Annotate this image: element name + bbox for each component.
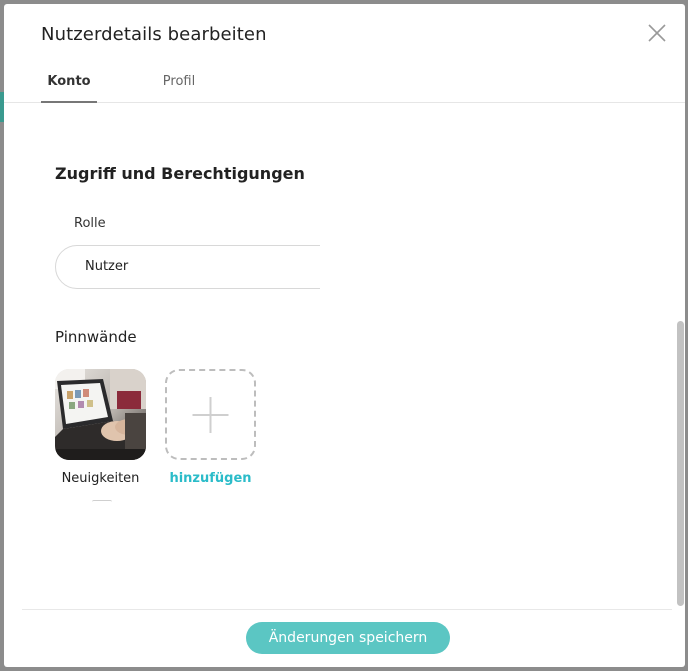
close-icon xyxy=(648,24,666,42)
add-board-button[interactable] xyxy=(165,369,256,460)
plus-icon xyxy=(192,397,229,433)
board-indicator xyxy=(92,500,112,502)
role-select-clip: Nutzer xyxy=(55,245,320,289)
footer-divider xyxy=(22,609,672,610)
access-section-title: Zugriff und Berechtigungen xyxy=(55,164,305,183)
board-label-neuigkeiten: Neuigkeiten xyxy=(61,471,140,486)
role-select[interactable]: Nutzer xyxy=(55,245,320,289)
board-tile-neuigkeiten[interactable] xyxy=(55,369,146,460)
laptop-photo xyxy=(55,369,146,460)
role-label: Rolle xyxy=(74,216,106,231)
role-select-value: Nutzer xyxy=(85,259,129,274)
boards-section-title: Pinnwände xyxy=(55,328,137,346)
save-changes-button[interactable]: Änderungen speichern xyxy=(246,622,450,654)
scrollbar-thumb[interactable] xyxy=(677,321,684,606)
tab-profil[interactable]: Profil xyxy=(154,60,204,103)
close-button[interactable] xyxy=(646,22,668,44)
modal-title: Nutzerdetails bearbeiten xyxy=(41,24,267,45)
tab-bar: Konto Profil xyxy=(4,60,685,103)
tab-konto[interactable]: Konto xyxy=(41,60,97,103)
add-board-link[interactable]: hinzufügen xyxy=(164,471,257,486)
edit-user-modal: Nutzerdetails bearbeiten Konto Profil Zu… xyxy=(4,4,685,667)
